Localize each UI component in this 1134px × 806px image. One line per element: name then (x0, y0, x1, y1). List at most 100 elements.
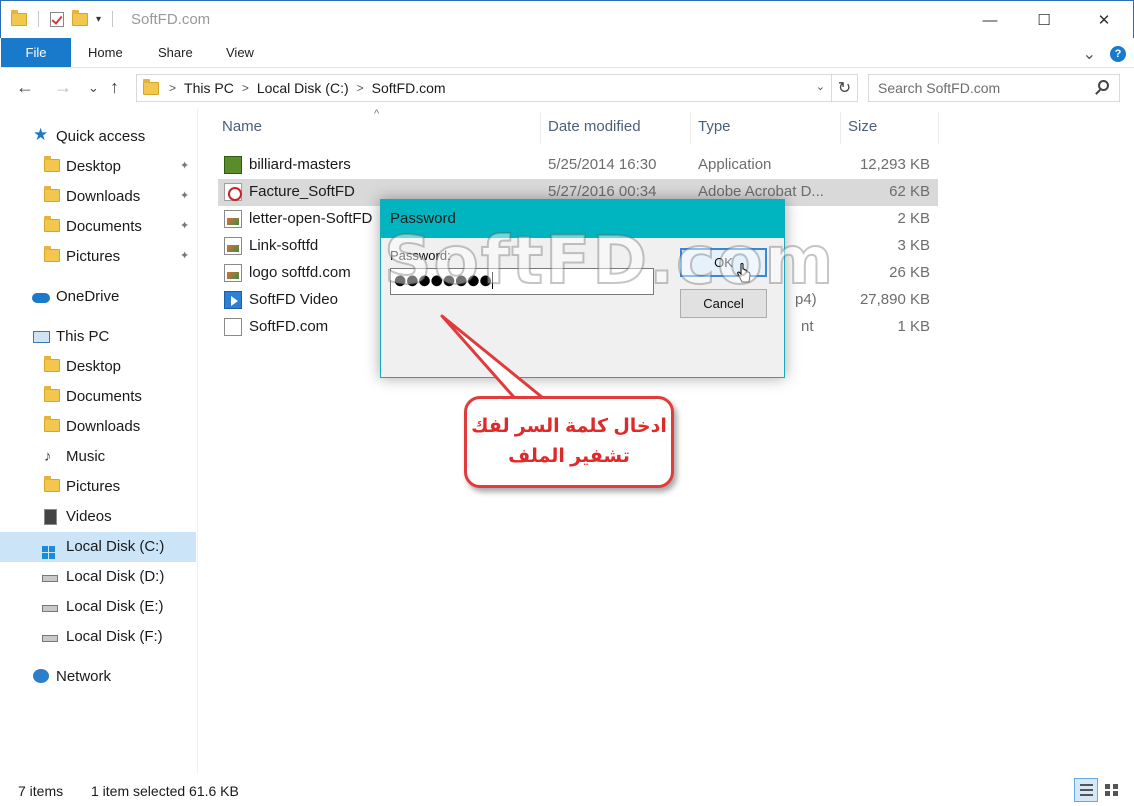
sidebar-item-label: Downloads (66, 418, 141, 435)
new-folder-icon[interactable] (72, 9, 88, 26)
sidebar-item-local-disk-e[interactable]: Local Disk (E:) (0, 592, 196, 622)
column-divider[interactable] (690, 112, 691, 144)
pin-icon[interactable]: ✦ (180, 219, 189, 232)
file-name: Facture_SoftFD (249, 183, 355, 200)
sidebar-item-pictures-pinned[interactable]: Pictures ✦ (0, 242, 196, 272)
sidebar-item-label: Quick access (56, 128, 146, 145)
pictures-folder-icon (44, 476, 60, 495)
column-header-type[interactable]: Type (698, 118, 731, 135)
column-header-date-modified[interactable]: Date modified (548, 118, 641, 135)
file-name: SoftFD Video (249, 291, 338, 308)
ribbon: File Home Share View ⌄ ? (0, 38, 1134, 68)
properties-icon[interactable] (50, 11, 64, 27)
documents-folder-icon (44, 386, 60, 405)
sidebar-item-this-pc[interactable]: This PC (0, 322, 196, 352)
breadcrumb-separator[interactable]: > (169, 81, 176, 95)
close-button[interactable]: ✕ (1081, 5, 1127, 35)
sidebar-item-label: This PC (56, 328, 110, 345)
sidebar-item-documents-pinned[interactable]: Documents ✦ (0, 212, 196, 242)
sidebar-item-desktop-pinned[interactable]: Desktop ✦ (0, 152, 196, 182)
file-name: logo softfd.com (249, 264, 351, 281)
tab-home[interactable]: Home (88, 45, 123, 60)
hand-cursor-icon (737, 263, 751, 283)
sidebar-item-downloads[interactable]: Downloads (0, 412, 196, 442)
pin-icon[interactable]: ✦ (180, 189, 189, 202)
sidebar-item-downloads-pinned[interactable]: Downloads ✦ (0, 182, 196, 212)
folder-icon (11, 9, 27, 26)
sidebar-item-documents[interactable]: Documents (0, 382, 196, 412)
breadcrumb-separator[interactable]: > (357, 81, 364, 95)
up-button[interactable]: ↑ (110, 77, 119, 98)
drive-icon (42, 599, 58, 615)
recent-locations-button[interactable]: ⌄ (88, 80, 99, 96)
back-button[interactable]: ← (16, 77, 34, 98)
sidebar-item-desktop[interactable]: Desktop (0, 352, 196, 382)
star-icon: ★ (33, 125, 49, 144)
file-size: 3 KB (897, 237, 930, 254)
pin-icon[interactable]: ✦ (180, 159, 189, 172)
help-icon[interactable]: ? (1110, 46, 1126, 62)
address-bar[interactable]: > This PC > Local Disk (C:) > SoftFD.com… (136, 74, 858, 102)
sidebar-item-label: Local Disk (C:) (66, 538, 165, 555)
text-caret (491, 272, 493, 289)
breadcrumb-this-pc[interactable]: This PC (184, 80, 234, 96)
file-name: SoftFD.com (249, 318, 329, 335)
sidebar-item-quick-access[interactable]: ★ Quick access (0, 122, 196, 152)
breadcrumb-separator[interactable]: > (242, 81, 249, 95)
ok-button[interactable]: OK (680, 248, 767, 277)
folder-icon (143, 78, 159, 95)
application-icon (224, 156, 242, 174)
password-input[interactable]: ●●●●●●●● (390, 268, 654, 295)
pdf-icon (224, 183, 242, 201)
sidebar-item-label: Network (56, 668, 112, 685)
large-icons-view-icon[interactable] (1100, 778, 1124, 802)
expand-ribbon-icon[interactable]: ⌄ (1083, 44, 1096, 64)
sidebar-item-local-disk-c[interactable]: Local Disk (C:) (0, 532, 196, 562)
file-size: 12,293 KB (859, 156, 930, 173)
cloud-icon (32, 289, 50, 305)
column-header-name[interactable]: Name (222, 118, 262, 135)
sidebar-item-local-disk-d[interactable]: Local Disk (D:) (0, 562, 196, 592)
sidebar-item-label: Local Disk (D:) (66, 568, 165, 585)
password-value: ●●●●●●●● (394, 272, 492, 289)
pictures-folder-icon (44, 246, 60, 265)
sidebar-item-label: Videos (66, 508, 112, 525)
cancel-button[interactable]: Cancel (680, 289, 767, 318)
selection-info: 1 item selected 61.6 KB (91, 783, 239, 799)
search-icon (1098, 80, 1109, 91)
callout-line-2: تشفير الملف (508, 446, 630, 467)
sidebar-item-label: OneDrive (56, 288, 120, 305)
refresh-button[interactable]: ↻ (831, 75, 857, 101)
search-input[interactable]: Search SoftFD.com (868, 74, 1120, 102)
status-bar: 7 items 1 item selected 61.6 KB (0, 774, 1134, 806)
column-divider[interactable] (840, 112, 841, 144)
minimize-button[interactable]: — (967, 5, 1013, 35)
sidebar-item-local-disk-f[interactable]: Local Disk (F:) (0, 622, 196, 652)
sidebar-item-onedrive[interactable]: OneDrive (0, 282, 196, 312)
tab-share[interactable]: Share (158, 45, 193, 60)
column-header-size[interactable]: Size (848, 118, 877, 135)
password-label: Password: (390, 248, 451, 263)
details-view-icon[interactable] (1074, 778, 1098, 802)
file-type: p4) (795, 291, 817, 308)
sidebar-item-videos[interactable]: Videos (0, 502, 196, 532)
customize-toolbar-dropdown-icon[interactable]: ▾ (96, 14, 101, 25)
sidebar-item-music[interactable]: ♪ Music (0, 442, 196, 472)
file-row[interactable]: billiard-masters 5/25/2014 16:30 Applica… (218, 152, 938, 179)
address-dropdown-icon[interactable]: ⌄ (816, 80, 825, 93)
text-file-icon (224, 318, 242, 336)
tab-view[interactable]: View (226, 45, 254, 60)
quick-access-toolbar: ▾ (11, 9, 116, 27)
sidebar-item-network[interactable]: Network (0, 662, 196, 692)
forward-button[interactable]: → (54, 77, 72, 98)
maximize-button[interactable]: ☐ (1021, 5, 1067, 35)
column-divider[interactable] (540, 112, 541, 144)
sidebar-item-pictures[interactable]: Pictures (0, 472, 196, 502)
pin-icon[interactable]: ✦ (180, 249, 189, 262)
breadcrumb-softfd[interactable]: SoftFD.com (372, 80, 446, 96)
breadcrumb-local-disk-c[interactable]: Local Disk (C:) (257, 80, 349, 96)
column-divider[interactable] (938, 112, 939, 144)
computer-icon (33, 329, 50, 345)
sidebar-item-label: Documents (66, 388, 142, 405)
tab-file[interactable]: File (1, 38, 71, 67)
